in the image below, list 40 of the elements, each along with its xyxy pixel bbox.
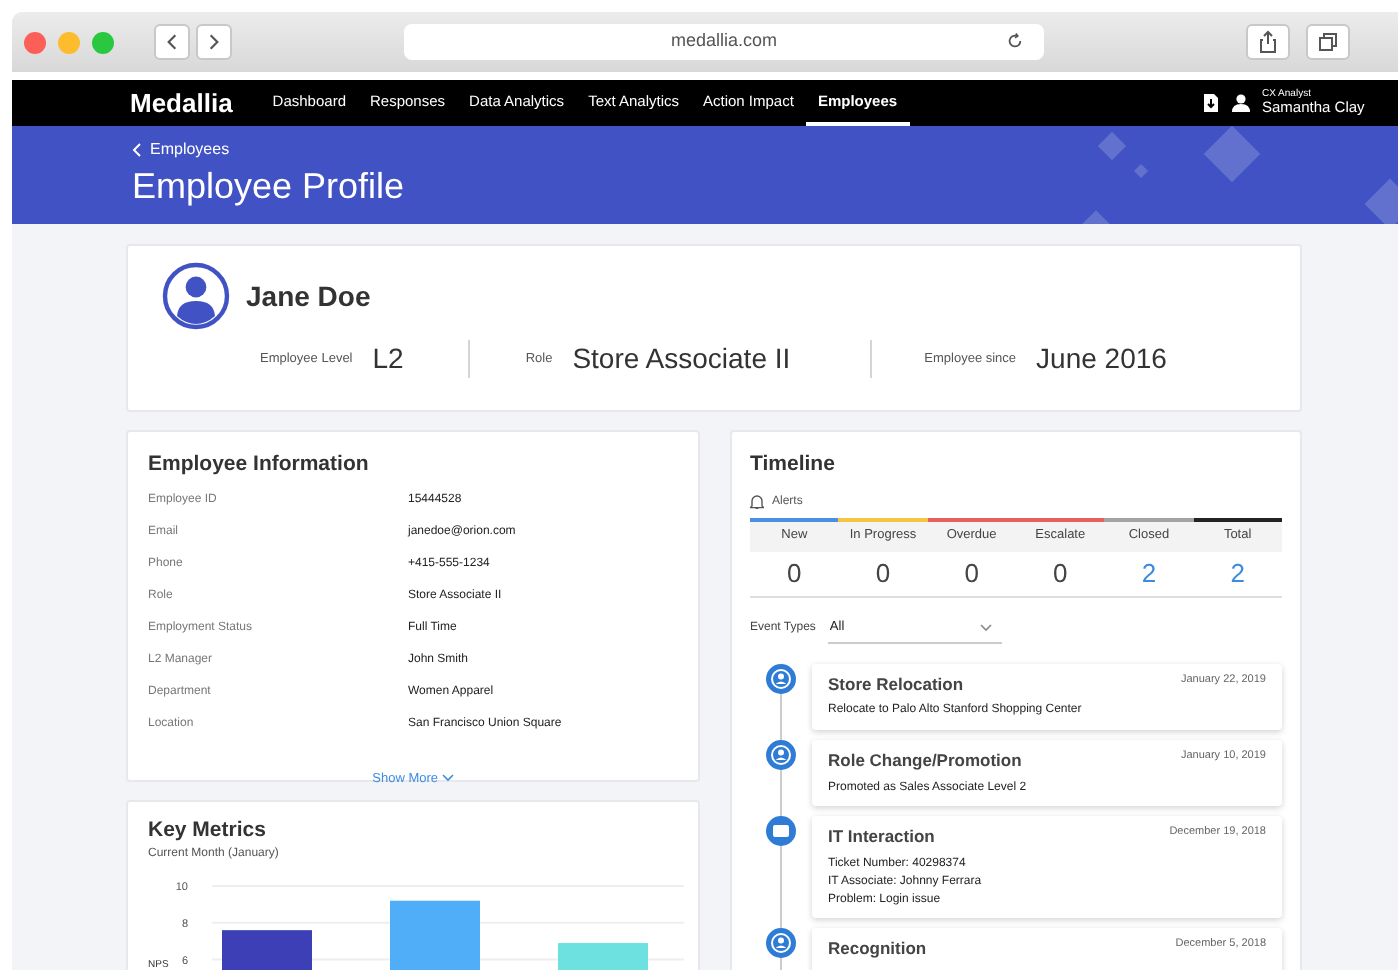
person-icon	[766, 663, 796, 693]
card-title: Employee Information	[148, 450, 371, 480]
caret-icon	[979, 623, 992, 632]
forward-button[interactable]	[196, 24, 232, 60]
event-title: IT Interaction	[828, 824, 935, 851]
user-icon[interactable]	[1232, 94, 1250, 112]
card-icon	[766, 816, 796, 847]
download-icon[interactable]	[1204, 94, 1218, 112]
stat-value: June 2016	[1036, 340, 1167, 378]
card-title: Key Metrics	[148, 816, 268, 846]
page-title: Employee Profile	[132, 168, 405, 208]
tabs-icon	[1318, 32, 1338, 52]
event-title: Recognition	[828, 936, 927, 962]
reload-icon[interactable]	[1006, 32, 1024, 50]
tabs-button[interactable]	[1306, 24, 1350, 60]
address-field[interactable]: medallia.com	[404, 24, 1044, 60]
count-link[interactable]: 2	[1193, 551, 1282, 596]
status-count: 0	[785, 556, 804, 592]
stat-value: L2	[372, 340, 404, 378]
bell-icon	[750, 494, 764, 511]
share-icon	[1258, 30, 1278, 54]
employee-name: Jane Doe	[246, 277, 371, 315]
status-count: 0	[962, 556, 981, 592]
event-title: Role Change/Promotion	[828, 747, 1022, 774]
logo[interactable]: Medallia	[130, 80, 233, 126]
share-button[interactable]	[1246, 24, 1290, 60]
chevron-left-icon	[132, 142, 142, 158]
event-title: Store Relocation	[828, 671, 964, 697]
stat-value: Store Associate II	[572, 340, 791, 378]
status-count: 0	[873, 556, 893, 592]
diamond-decoration	[1133, 163, 1149, 179]
status-count: 0	[1051, 556, 1070, 592]
avatar-icon	[162, 262, 230, 330]
breadcrumb-link[interactable]: Employees	[132, 138, 230, 162]
back-button[interactable]	[154, 24, 190, 60]
person-icon	[766, 739, 796, 770]
person-icon	[766, 928, 796, 959]
card-title: Timeline	[750, 450, 837, 480]
chevron-down-icon	[441, 774, 454, 783]
count-link[interactable]: 2	[1104, 551, 1194, 596]
